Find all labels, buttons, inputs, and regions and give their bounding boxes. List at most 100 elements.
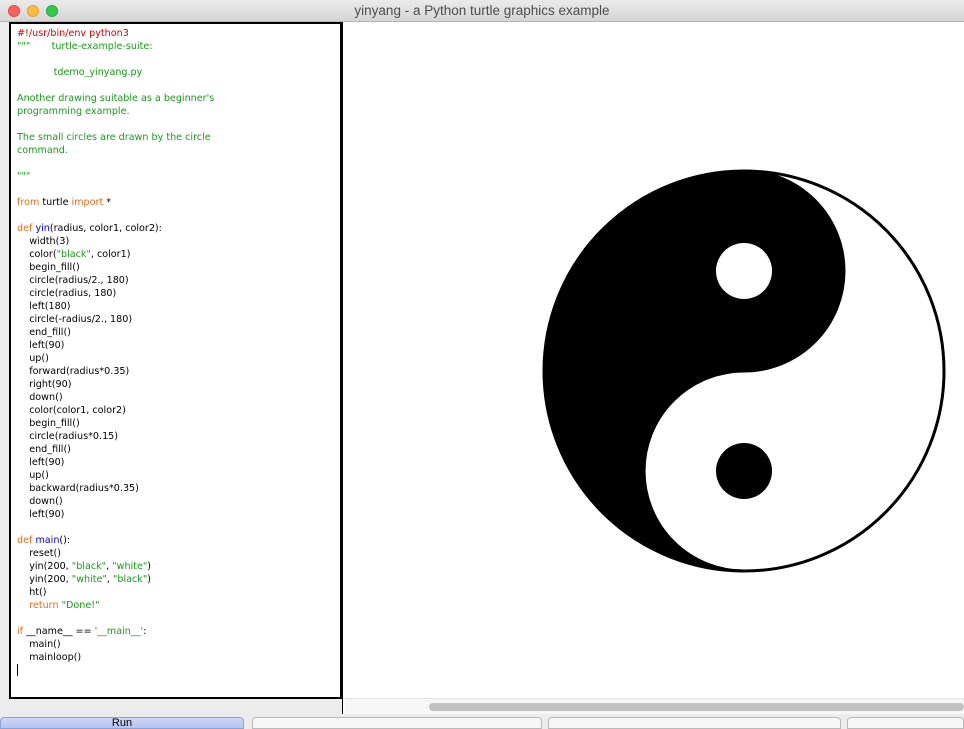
code-line[interactable]: The small circles are drawn by the circl… [17, 131, 214, 144]
code-token: turtle [39, 197, 72, 208]
code-line[interactable]: begin_fill() [17, 261, 214, 274]
code-line[interactable]: left(180) [17, 300, 214, 313]
code-token: programming example. [17, 106, 130, 117]
code-line[interactable] [17, 183, 214, 196]
title-bar: yinyang - a Python turtle graphics examp… [0, 0, 964, 22]
code-token: end_fill() [17, 444, 71, 455]
code-line[interactable]: """ [17, 170, 214, 183]
code-line[interactable]: def main(): [17, 534, 214, 547]
code-line[interactable] [17, 612, 214, 625]
code-token: main [35, 535, 60, 546]
editor-bottom-strip [9, 699, 342, 714]
code-line[interactable] [17, 118, 214, 131]
code-line[interactable] [17, 53, 214, 66]
code-token: tdemo_yinyang.py [17, 67, 143, 78]
code-token: left(90) [17, 457, 65, 468]
code-token: circle(radius*0.15) [17, 431, 119, 442]
code-line[interactable]: left(90) [17, 456, 214, 469]
code-token: """ turtle-example-suite: [17, 41, 153, 52]
extra-button[interactable] [847, 717, 964, 729]
code-text[interactable]: #!/usr/bin/env python3 """ turtle-example… [17, 27, 214, 677]
code-token: left(180) [17, 301, 71, 312]
code-line[interactable]: color("black", color1) [17, 248, 214, 261]
code-token: width(3) [17, 236, 70, 247]
code-token: "black" [112, 574, 148, 585]
code-token: up() [17, 353, 49, 364]
code-line[interactable]: right(90) [17, 378, 214, 391]
code-line[interactable]: command. [17, 144, 214, 157]
turtle-canvas[interactable] [345, 22, 964, 698]
code-line[interactable]: left(90) [17, 339, 214, 352]
code-line[interactable]: Another drawing suitable as a beginner's [17, 92, 214, 105]
stop-button[interactable] [252, 717, 542, 729]
code-token: color( [17, 249, 57, 260]
code-line[interactable] [17, 521, 214, 534]
canvas-horizontal-scrollbar[interactable] [345, 698, 964, 714]
code-line[interactable] [17, 79, 214, 92]
code-token: reset() [17, 548, 61, 559]
code-line[interactable]: mainloop() [17, 651, 214, 664]
code-token: down() [17, 392, 63, 403]
code-line[interactable] [17, 209, 214, 222]
code-token: ) [147, 574, 152, 585]
code-line[interactable]: end_fill() [17, 326, 214, 339]
code-line[interactable]: begin_fill() [17, 417, 214, 430]
code-line[interactable]: end_fill() [17, 443, 214, 456]
code-line[interactable]: left(90) [17, 508, 214, 521]
code-line[interactable] [17, 664, 214, 677]
code-line[interactable]: backward(radius*0.35) [17, 482, 214, 495]
run-button[interactable]: Run [0, 717, 244, 729]
code-line[interactable]: width(3) [17, 235, 214, 248]
code-line[interactable]: circle(radius, 180) [17, 287, 214, 300]
code-line[interactable]: def yin(radius, color1, color2): [17, 222, 214, 235]
code-line[interactable]: circle(radius/2., 180) [17, 274, 214, 287]
code-line[interactable]: if __name__ == '__main__': [17, 625, 214, 638]
code-token: ht() [17, 587, 47, 598]
code-token: (radius, color1, color2): [49, 223, 162, 234]
code-line[interactable]: reset() [17, 547, 214, 560]
code-line[interactable] [17, 157, 214, 170]
code-line[interactable]: main() [17, 638, 214, 651]
code-line[interactable]: yin(200, "black", "white") [17, 560, 214, 573]
code-token: left(90) [17, 340, 65, 351]
code-line[interactable]: forward(radius*0.35) [17, 365, 214, 378]
code-line[interactable]: tdemo_yinyang.py [17, 66, 214, 79]
code-token: forward(radius*0.35) [17, 366, 130, 377]
code-token: down() [17, 496, 63, 507]
code-token: import [71, 197, 104, 208]
code-line[interactable]: color(color1, color2) [17, 404, 214, 417]
code-token: ) [147, 561, 152, 572]
code-token: circle(-radius/2., 180) [17, 314, 133, 325]
code-token: right(90) [17, 379, 72, 390]
code-token: begin_fill() [17, 262, 80, 273]
code-token: '__main__' [94, 626, 144, 637]
code-line[interactable]: #!/usr/bin/env python3 [17, 27, 214, 40]
code-line[interactable]: up() [17, 469, 214, 482]
code-line[interactable]: programming example. [17, 105, 214, 118]
code-line[interactable]: up() [17, 352, 214, 365]
code-token: def [17, 223, 33, 234]
code-line[interactable]: down() [17, 391, 214, 404]
code-line[interactable]: circle(-radius/2., 180) [17, 313, 214, 326]
code-line[interactable]: """ turtle-example-suite: [17, 40, 214, 53]
code-token: yin(200, [17, 574, 72, 585]
code-line[interactable]: return "Done!" [17, 599, 214, 612]
code-editor[interactable]: #!/usr/bin/env python3 """ turtle-example… [9, 22, 342, 699]
code-line[interactable]: from turtle import * [17, 196, 214, 209]
code-token: circle(radius, 180) [17, 288, 117, 299]
code-token: circle(radius/2., 180) [17, 275, 129, 286]
code-token: backward(radius*0.35) [17, 483, 139, 494]
code-line[interactable]: down() [17, 495, 214, 508]
scrollbar-thumb[interactable] [429, 703, 964, 711]
code-token: "Done!" [61, 600, 100, 611]
code-line[interactable]: circle(radius*0.15) [17, 430, 214, 443]
code-line[interactable]: yin(200, "white", "black") [17, 573, 214, 586]
code-line[interactable]: ht() [17, 586, 214, 599]
code-token: The small circles are drawn by the circl… [17, 132, 211, 143]
clear-button[interactable] [548, 717, 841, 729]
code-token: , color1) [90, 249, 131, 260]
code-token: #!/usr/bin/env python3 [17, 28, 129, 39]
code-token: Another drawing suitable as a beginner's [17, 93, 215, 104]
code-token: left(90) [17, 509, 65, 520]
